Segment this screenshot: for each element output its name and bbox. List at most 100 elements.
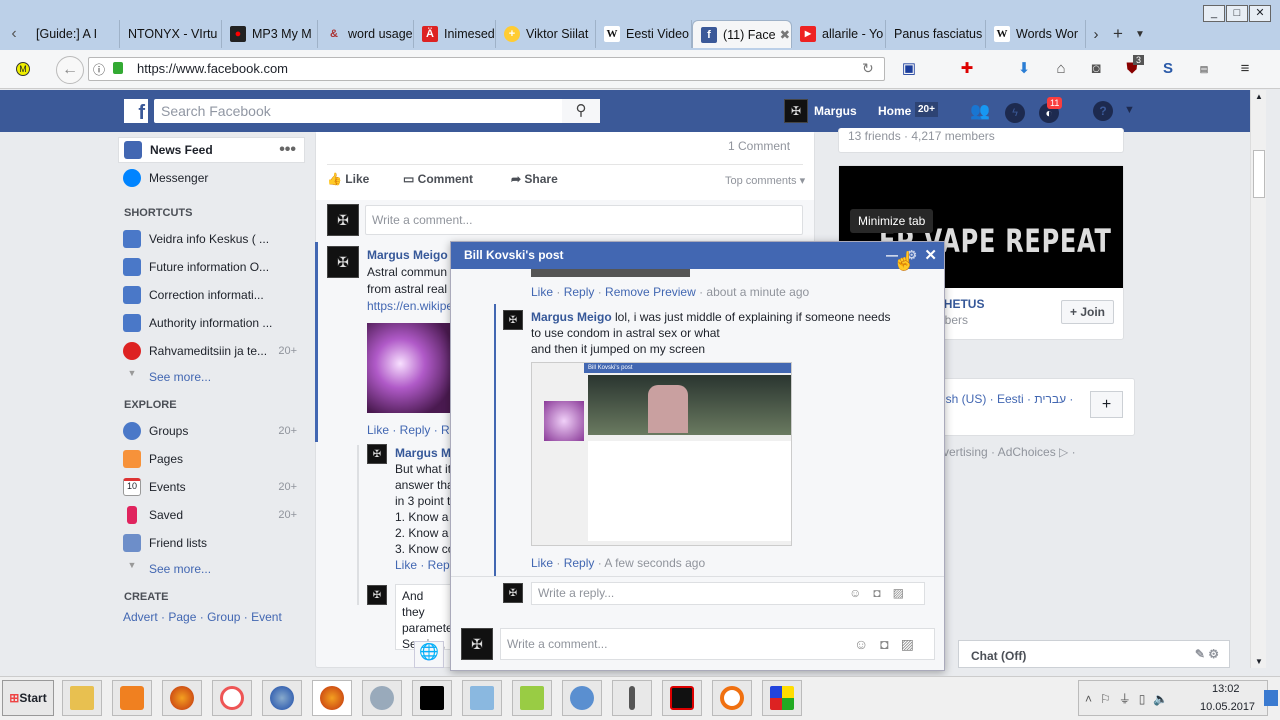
- new-tab-button[interactable]: +: [1106, 24, 1130, 44]
- screenshot-attachment[interactable]: Bill Kovski's post: [531, 362, 792, 546]
- reply-input[interactable]: Write a reply... ☺◘▨: [531, 582, 925, 605]
- comment-count[interactable]: 1 Comment: [728, 139, 790, 153]
- see-more-explore[interactable]: ▼ See more...: [118, 556, 305, 582]
- tab[interactable]: [Guide:] A I: [28, 20, 120, 48]
- info-icon[interactable]: ⓘ: [93, 61, 105, 78]
- emoji-camera-sticker-icons[interactable]: ☺◘▨: [849, 583, 916, 604]
- sidebar-item-friend-lists[interactable]: Friend lists: [118, 530, 305, 556]
- search-input[interactable]: Search Facebook: [154, 99, 600, 123]
- back-button[interactable]: ←: [56, 56, 84, 84]
- profile-link[interactable]: Margus: [814, 104, 857, 118]
- avatar[interactable]: ✠: [327, 246, 359, 278]
- close-icon[interactable]: ✕: [924, 242, 937, 269]
- taskbar-explorer[interactable]: [62, 680, 102, 716]
- clock-time[interactable]: 13:02: [1212, 683, 1240, 695]
- taskbar-calculator[interactable]: [462, 680, 502, 716]
- sidebar-item-news-feed[interactable]: News Feed •••: [118, 137, 305, 163]
- taskbar-app[interactable]: [362, 680, 402, 716]
- taskbar-notepad[interactable]: [512, 680, 552, 716]
- tray-icons[interactable]: ˄⚐⏚▯🔈: [1085, 690, 1176, 707]
- create-advert-link[interactable]: Advert: [123, 610, 158, 624]
- tab[interactable]: & word usage: [318, 20, 414, 48]
- like-button[interactable]: 👍 Like: [327, 172, 369, 186]
- home-icon[interactable]: ⌂: [1052, 60, 1070, 78]
- language-links[interactable]: ish (US) · Eesti · עברית ·: [943, 392, 1073, 406]
- close-tab-icon[interactable]: ✖: [780, 27, 790, 42]
- friend-requests-icon[interactable]: 👥: [970, 101, 990, 121]
- start-button[interactable]: ⊞Start: [2, 680, 54, 716]
- scroll-tabs-left-icon[interactable]: ‹: [0, 25, 28, 43]
- messenger-icon[interactable]: ϟ: [1005, 103, 1025, 123]
- reload-icon[interactable]: ↻: [862, 60, 874, 77]
- sidebar-shortcut[interactable]: Veidra info Keskus ( ...: [118, 226, 305, 252]
- taskbar-app[interactable]: [212, 680, 252, 716]
- more-options-icon[interactable]: •••: [279, 141, 304, 159]
- join-group-button[interactable]: + Join: [1061, 300, 1114, 324]
- taskbar-firefox[interactable]: [162, 680, 202, 716]
- tab[interactable]: ● MP3 My M: [222, 20, 318, 48]
- account-menu-chevron-icon[interactable]: ▼: [1124, 104, 1135, 116]
- sidebar-item-groups[interactable]: Groups 20+: [118, 418, 305, 444]
- page-scrollbar[interactable]: ▲ ▼: [1250, 90, 1266, 668]
- sidebar-shortcut[interactable]: Correction informati...: [118, 282, 305, 308]
- tab[interactable]: W Words Wor: [986, 20, 1086, 48]
- footer-links[interactable]: vertising · AdChoices ▷ ·: [943, 445, 1076, 459]
- tab[interactable]: + Viktor Siilat: [496, 20, 596, 48]
- list-tabs-icon[interactable]: ▼: [1130, 29, 1150, 40]
- tab-facebook-active[interactable]: f (11) Face ✖: [692, 20, 792, 48]
- popup-header[interactable]: Bill Kovski's post — ⚙ ✕: [451, 242, 944, 269]
- comment-actions[interactable]: Like · Reply · R: [367, 423, 450, 437]
- search-button[interactable]: ⚲: [562, 99, 600, 123]
- taskbar-media-player[interactable]: [112, 680, 152, 716]
- create-event-link[interactable]: Event: [251, 610, 282, 624]
- taskbar-cmd[interactable]: [412, 680, 452, 716]
- emoji-camera-sticker-icons[interactable]: ☺◘▨: [854, 629, 926, 659]
- taskbar-app[interactable]: [762, 680, 802, 716]
- taskbar-firefox-active[interactable]: [312, 680, 352, 716]
- tab[interactable]: W Eesti Video: [596, 20, 692, 48]
- url-input[interactable]: https://www.facebook.com: [88, 57, 885, 81]
- sidebar-item-events[interactable]: 10 Events 20+: [118, 474, 305, 500]
- tab[interactable]: NTONYX - VIrtu: [120, 20, 222, 48]
- add-language-button[interactable]: +: [1090, 391, 1123, 418]
- create-page-link[interactable]: Page: [168, 610, 196, 624]
- tab[interactable]: ▶ allarile - Yo: [792, 20, 886, 48]
- comment-input[interactable]: Write a comment...: [365, 205, 803, 235]
- scrollbar-thumb[interactable]: [1253, 150, 1265, 198]
- comment-input[interactable]: Write a comment... ☺◘▨: [500, 628, 935, 660]
- taskbar-recorder[interactable]: [612, 680, 652, 716]
- show-desktop-button[interactable]: [1264, 690, 1278, 706]
- menu-icon[interactable]: ≡: [1236, 60, 1254, 78]
- tab[interactable]: ÄInimesed -: [414, 20, 496, 48]
- sidebar-item-pages[interactable]: Pages: [118, 446, 305, 472]
- globe-icon[interactable]: 🌐: [414, 641, 444, 668]
- comment-button[interactable]: ▭ Comment: [403, 172, 473, 186]
- create-group-link[interactable]: Group: [207, 610, 240, 624]
- facebook-logo[interactable]: f: [124, 99, 148, 124]
- top-comments-dropdown[interactable]: Top comments ▾: [725, 174, 805, 187]
- avatar[interactable]: ✠: [503, 310, 523, 330]
- scroll-tabs-right-icon[interactable]: ›: [1086, 26, 1106, 43]
- scroll-up-icon[interactable]: ▲: [1255, 92, 1263, 101]
- taskbar-qbittorrent[interactable]: [562, 680, 602, 716]
- firstaid-icon[interactable]: ✚: [958, 60, 976, 78]
- sidebar-shortcut[interactable]: Rahvameditsiin ja te... 20+: [118, 338, 305, 364]
- see-more-shortcuts[interactable]: ▼ See more...: [118, 364, 305, 390]
- taskbar-app[interactable]: [262, 680, 302, 716]
- sidebar-item-saved[interactable]: Saved 20+: [118, 502, 305, 528]
- taskbar-search[interactable]: [712, 680, 752, 716]
- skype-icon[interactable]: S: [1159, 60, 1177, 78]
- help-icon[interactable]: ?: [1093, 101, 1113, 121]
- sidebar-shortcut[interactable]: Future information O...: [118, 254, 305, 280]
- pocket-icon[interactable]: ◙: [1087, 60, 1105, 78]
- home-link[interactable]: Home: [878, 104, 911, 118]
- scroll-down-icon[interactable]: ▼: [1255, 657, 1263, 666]
- link-preview-image[interactable]: [367, 323, 450, 413]
- save-icon[interactable]: ▣: [900, 60, 918, 78]
- taskbar-app[interactable]: [662, 680, 702, 716]
- share-button[interactable]: ➦ Share: [511, 172, 558, 186]
- download-icon[interactable]: ⬇: [1015, 60, 1033, 78]
- tab[interactable]: Panus fasciatus: [886, 20, 986, 48]
- clock-date[interactable]: 10.05.2017: [1200, 701, 1255, 713]
- chat-options-icon[interactable]: ✎ ⚙: [1195, 647, 1219, 661]
